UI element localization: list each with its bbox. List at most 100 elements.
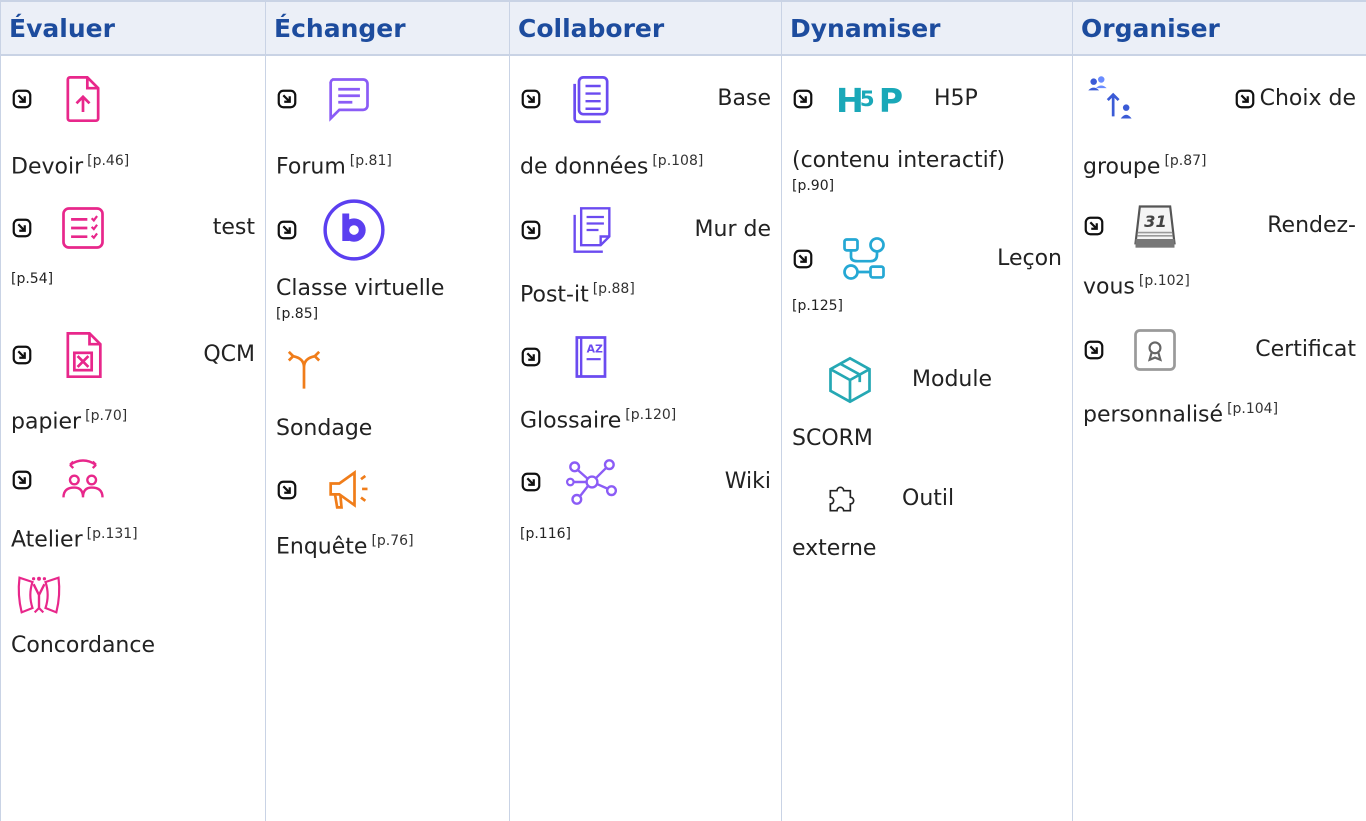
activity-name[interactable]: Enquête [276,534,367,559]
assignment-upload-icon [55,71,111,127]
forum-icon [320,71,376,127]
page-ref: [p.54] [11,271,54,287]
activity-name[interactable]: Leçon [997,244,1062,274]
scorm-package-icon [822,352,878,408]
activity-name[interactable]: Certificat [1255,335,1356,365]
activity-test[interactable]: test [p.54] [11,190,255,313]
external-link-icon[interactable] [276,219,298,241]
header-row: Évaluer Échanger Collaborer Dynamiser Or… [0,0,1366,56]
page-ref: [p.85] [276,306,319,322]
activity-atelier[interactable]: Atelier [p.131] [11,445,255,563]
external-link-icon[interactable] [11,217,33,239]
external-link-icon[interactable] [520,346,542,368]
activity-rendez-vous[interactable]: 31 Rendez- vous [p.102] [1083,190,1356,310]
feedback-icon [320,462,376,518]
page-ref: [p.116] [520,526,571,542]
external-link-icon[interactable] [1234,88,1256,110]
page-ref: [p.102] [1138,273,1190,289]
column-collaborer: Base de données [p.108] Mur de Post-it [p.… [509,55,782,821]
external-link-icon[interactable] [276,479,298,501]
page-ref: [p.81] [349,153,392,169]
activity-name[interactable]: Concordance [11,633,155,658]
external-link-icon[interactable] [276,88,298,110]
activity-classe-virtuelle[interactable]: Classe virtuelle [p.85] [276,190,499,324]
svg-text:AZ: AZ [587,343,603,356]
activity-lecon[interactable]: Leçon [p.125] [792,226,1062,340]
activity-name-cont[interactable]: groupe [1083,154,1160,179]
header-organiser: Organiser [1072,0,1366,56]
activity-name[interactable]: Module [912,365,992,395]
activity-name[interactable]: Forum [276,154,346,179]
activity-name-cont[interactable]: papier [11,409,81,434]
page-ref: [p.87] [1164,153,1207,169]
activity-name[interactable]: Glossaire [520,408,621,433]
activity-mur-post-it[interactable]: Mur de Post-it [p.88] [520,190,771,318]
column-echanger: Forum [p.81] Classe virtuelle [p.85] Son… [265,55,510,821]
activity-name[interactable]: Base [717,84,771,114]
activity-h5p[interactable]: H5P H5P (contenu interactif) [p.90] [792,56,1062,226]
activity-sondage[interactable]: Sondage [276,324,499,458]
external-link-icon[interactable] [520,88,542,110]
external-link-icon[interactable] [1083,339,1105,361]
activity-name[interactable]: Choix de [1260,84,1356,114]
header-dynamiser: Dynamiser [781,0,1073,56]
page-ref: [p.125] [792,298,843,314]
postit-wall-icon [564,202,620,258]
activity-glossaire[interactable]: AZ Glossaire [p.120] [520,318,771,444]
activity-name[interactable]: Atelier [11,527,83,552]
activity-name-cont[interactable]: personnalisé [1083,402,1223,427]
external-link-icon[interactable] [520,219,542,241]
external-link-icon[interactable] [520,471,542,493]
external-link-icon[interactable] [1083,215,1105,237]
activity-name[interactable]: Mur de [695,215,771,245]
page-ref: [p.108] [652,153,704,169]
page-ref: [p.90] [792,178,835,194]
activity-base-de-donnees[interactable]: Base de données [p.108] [520,56,771,190]
activity-certificat[interactable]: Certificat personnalisé [p.104] [1083,310,1356,438]
page-ref: [p.104] [1227,401,1279,417]
choice-icon [276,339,332,395]
header-evaluer: Évaluer [0,0,266,56]
paper-quiz-icon [55,327,111,383]
activity-name[interactable]: Outil [902,484,954,514]
database-icon [564,71,620,127]
activity-name-cont[interactable]: Post-it [520,282,589,307]
h5p-icon: H5P [836,71,912,127]
activity-choix-de-groupe[interactable]: Choix de groupe [p.87] [1083,56,1356,190]
activity-qcm-papier[interactable]: QCM papier [p.70] [11,313,255,445]
glossary-icon: AZ [564,329,620,385]
activity-forum[interactable]: Forum [p.81] [276,56,499,190]
activity-name[interactable]: Classe virtuelle [276,276,444,301]
group-choice-icon [1083,71,1139,127]
external-link-icon[interactable] [792,88,814,110]
activity-name-cont[interactable]: SCORM [792,426,873,451]
external-link-icon[interactable] [11,469,33,491]
lesson-icon [836,231,892,287]
activity-name[interactable]: test [213,213,255,243]
activity-name-cont[interactable]: vous [1083,274,1135,299]
activity-outil-externe[interactable]: Outil externe [792,468,1062,578]
external-tool-icon [822,479,862,519]
activity-name[interactable]: Rendez- [1267,211,1356,241]
activity-enquete[interactable]: Enquête [p.76] [276,458,499,570]
activity-devoir[interactable]: Devoir [p.46] [11,56,255,190]
activity-name[interactable]: QCM [203,340,255,370]
activity-scorm[interactable]: Module SCORM [792,340,1062,468]
bigbluebutton-icon [320,196,388,264]
activity-name[interactable]: Wiki [725,467,771,497]
activity-name-cont[interactable]: de données [520,154,648,179]
external-link-icon[interactable] [11,88,33,110]
activity-wiki[interactable]: Wiki [p.116] [520,444,771,568]
activity-concordance[interactable]: Concordance [11,563,255,675]
activity-name[interactable]: H5P [934,84,978,114]
activity-name-cont[interactable]: externe [792,536,876,561]
svg-text:P: P [879,81,903,118]
page-ref: [p.131] [86,526,138,542]
external-link-icon[interactable] [11,344,33,366]
calendar-day: 31 [1144,212,1167,231]
header-collaborer: Collaborer [509,0,782,56]
activity-name[interactable]: Devoir [11,154,83,179]
activity-name[interactable]: Sondage [276,416,372,441]
activity-name-cont[interactable]: (contenu interactif) [792,148,1005,173]
external-link-icon[interactable] [792,248,814,270]
